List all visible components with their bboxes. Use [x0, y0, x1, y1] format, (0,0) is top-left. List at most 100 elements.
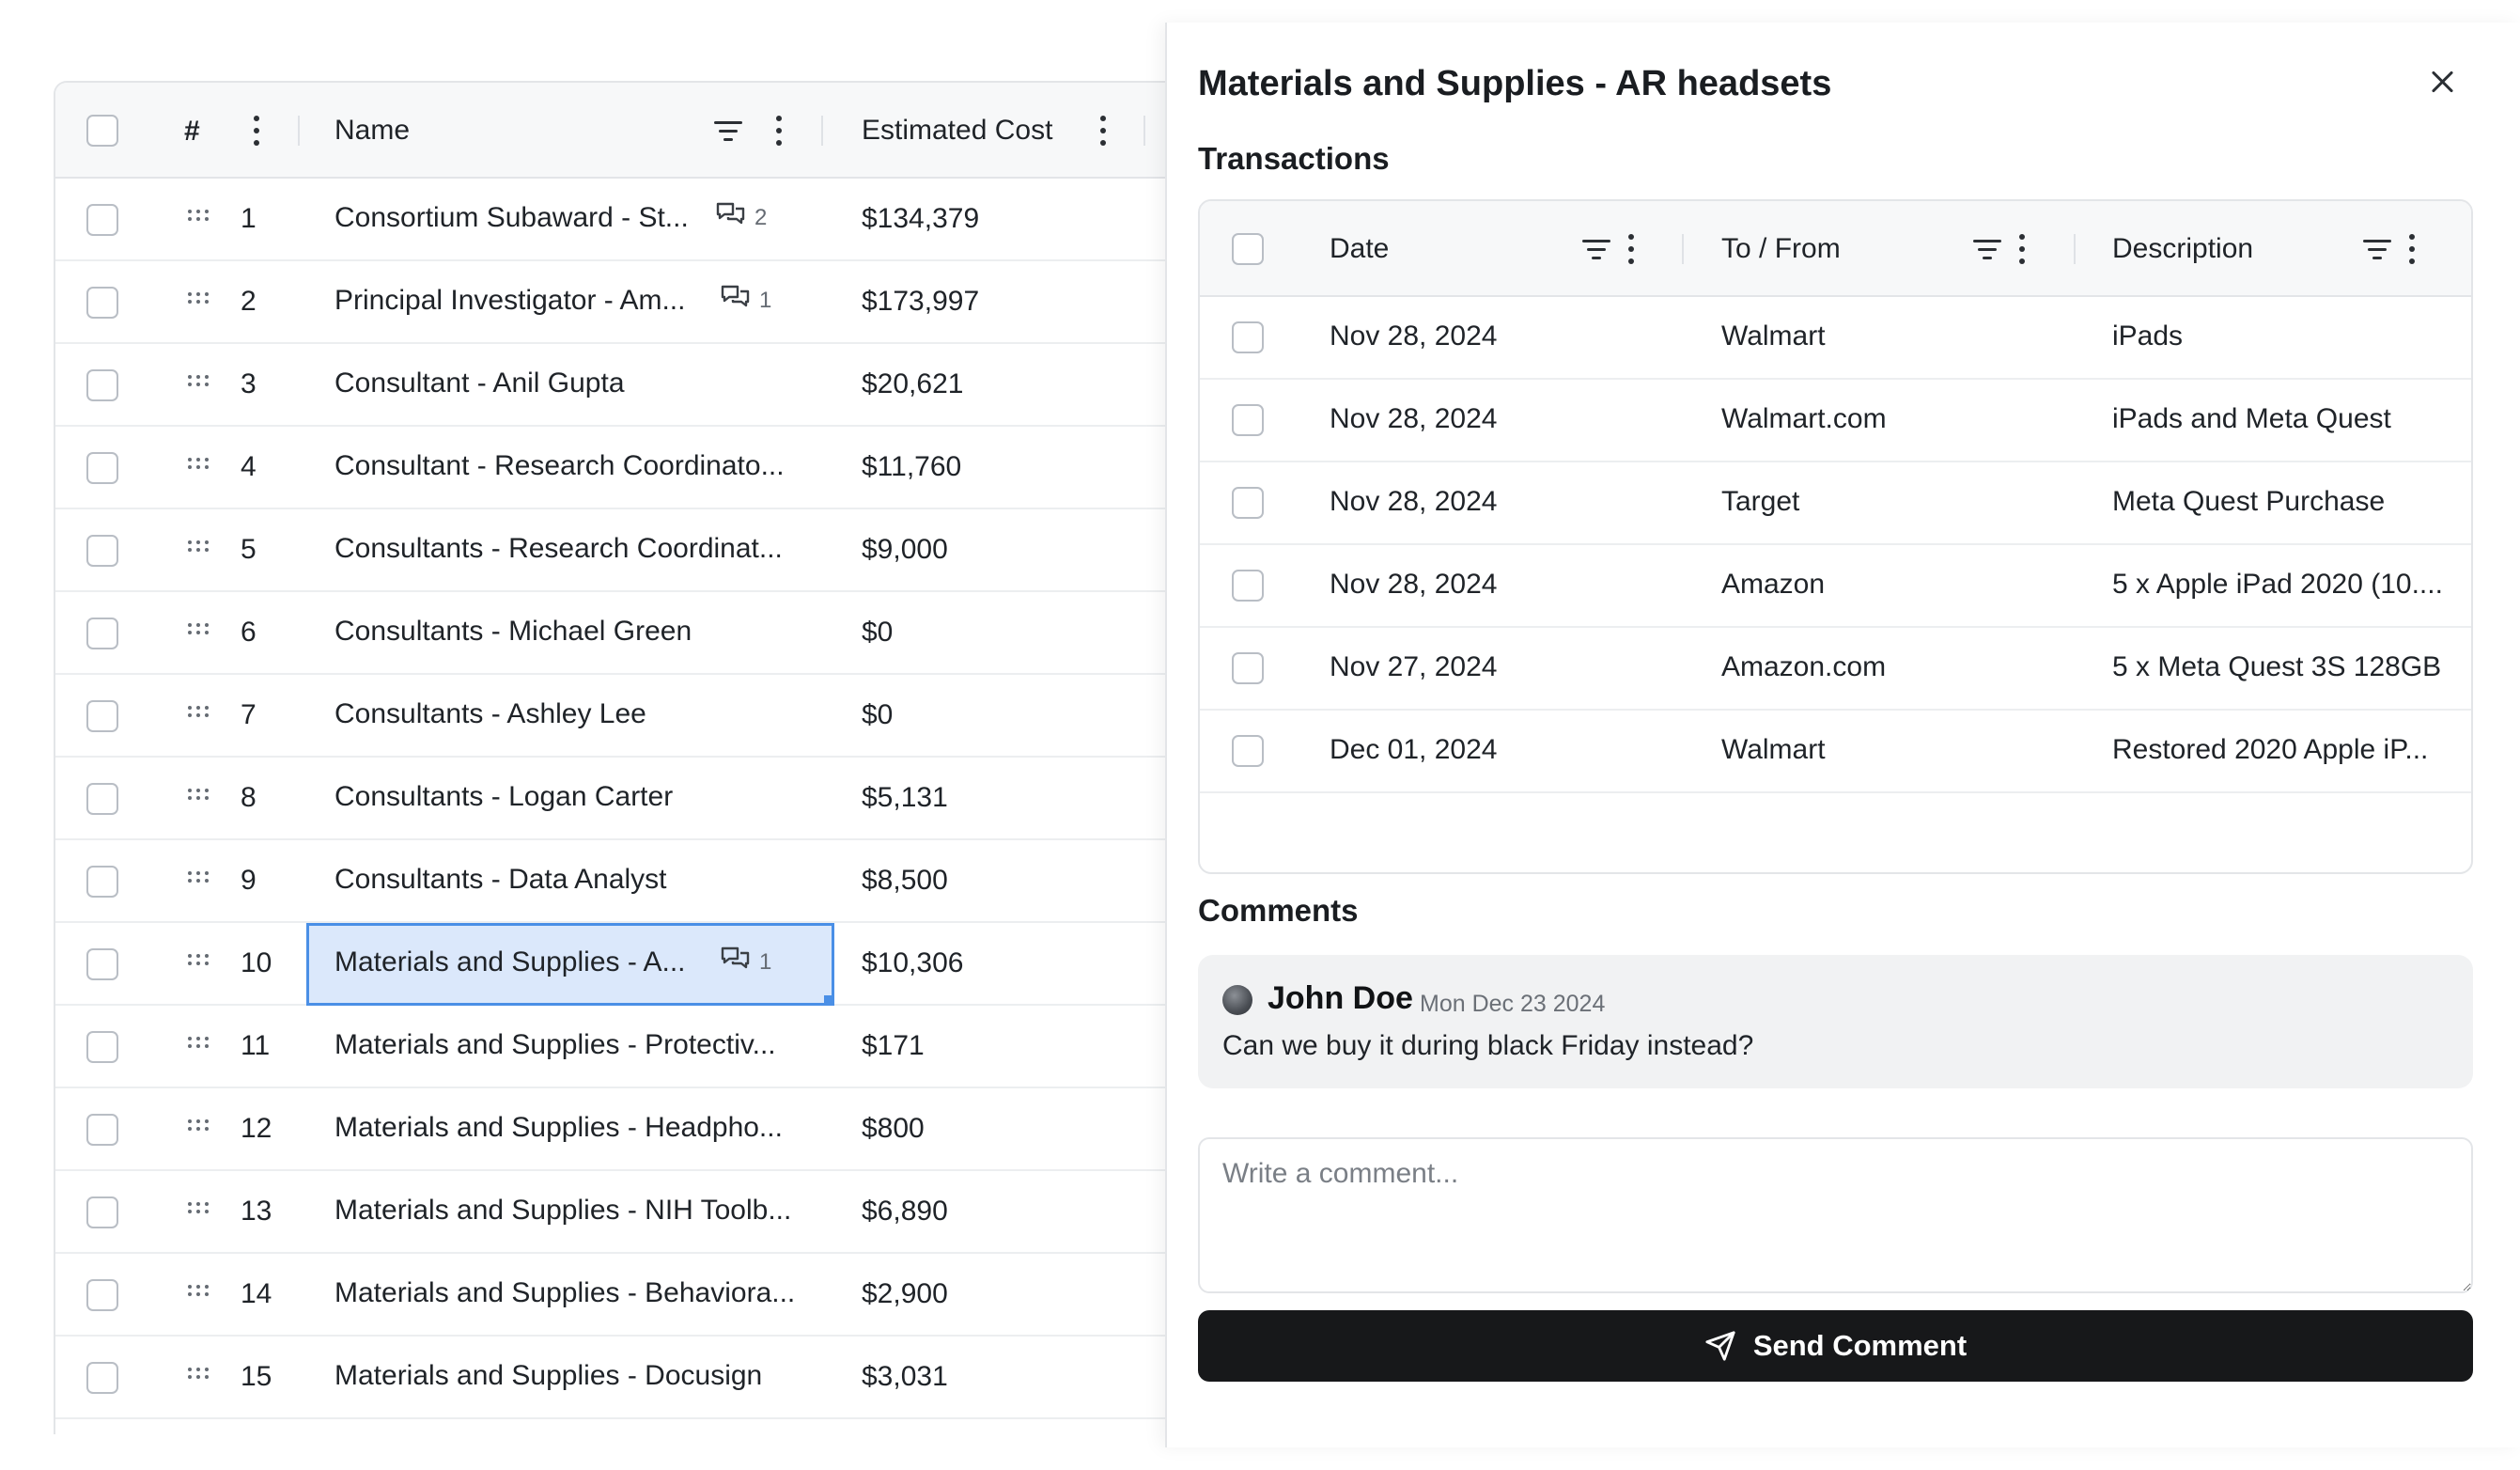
row-cost[interactable]: $173,997 — [862, 286, 979, 318]
table-row[interactable]: 1 Consortium Subaward - St... 2 $134,379 — [55, 179, 1165, 261]
row-name[interactable]: Consultants - Data Analyst — [334, 864, 667, 896]
column-resize-handle[interactable] — [298, 116, 300, 146]
transaction-row[interactable]: Nov 28, 2024 Walmart iPads — [1200, 297, 2471, 380]
row-checkbox[interactable] — [86, 700, 118, 732]
close-icon[interactable] — [2426, 66, 2458, 98]
row-checkbox[interactable] — [86, 1279, 118, 1311]
name-column-menu-icon[interactable] — [775, 116, 783, 146]
send-comment-button[interactable]: Send Comment — [1198, 1310, 2473, 1382]
row-name[interactable]: Principal Investigator - Am... — [334, 285, 685, 317]
drag-handle-icon[interactable] — [188, 623, 212, 642]
row-checkbox[interactable] — [86, 1196, 118, 1228]
table-row[interactable]: 2 Principal Investigator - Am... 1 $173,997 — [55, 261, 1165, 344]
row-checkbox[interactable] — [86, 948, 118, 980]
transaction-checkbox[interactable] — [1232, 321, 1264, 353]
table-row[interactable]: 4 Consultant - Research Coordinato... $11,… — [55, 427, 1165, 509]
table-row[interactable]: 10 Materials and Supplies - A... 1 $10,306 — [55, 923, 1165, 1006]
table-row[interactable]: 14 Materials and Supplies - Behaviora... $… — [55, 1254, 1165, 1337]
row-cost[interactable]: $5,131 — [862, 782, 948, 814]
row-name[interactable]: Materials and Supplies - Headpho... — [334, 1112, 783, 1144]
to-from-column-menu-icon[interactable] — [2018, 234, 2026, 264]
drag-handle-icon[interactable] — [188, 1037, 212, 1056]
row-cost[interactable]: $9,000 — [862, 534, 948, 566]
table-row[interactable]: 11 Materials and Supplies - Protectiv... $… — [55, 1006, 1165, 1088]
comment-count-badge[interactable]: 1 — [720, 946, 771, 979]
row-checkbox[interactable] — [86, 287, 118, 319]
transaction-checkbox[interactable] — [1232, 404, 1264, 436]
row-name[interactable]: Consultants - Michael Green — [334, 616, 692, 648]
comment-input[interactable] — [1198, 1137, 2473, 1293]
column-resize-handle[interactable] — [821, 116, 823, 146]
row-checkbox[interactable] — [86, 535, 118, 567]
transaction-checkbox[interactable] — [1232, 487, 1264, 519]
table-row[interactable]: 15 Materials and Supplies - Docusign $3,03… — [55, 1337, 1165, 1419]
to-from-filter-icon[interactable] — [1973, 238, 2001, 260]
comment-count-badge[interactable]: 1 — [720, 284, 771, 318]
table-row[interactable]: 13 Materials and Supplies - NIH Toolb... $… — [55, 1171, 1165, 1254]
row-cost[interactable]: $11,760 — [862, 451, 961, 483]
row-checkbox[interactable] — [86, 369, 118, 401]
date-filter-icon[interactable] — [1582, 238, 1610, 260]
row-checkbox[interactable] — [86, 452, 118, 484]
drag-handle-icon[interactable] — [188, 1202, 212, 1221]
drag-handle-icon[interactable] — [188, 1119, 212, 1138]
drag-handle-icon[interactable] — [188, 292, 212, 311]
table-row[interactable]: 8 Consultants - Logan Carter $5,131 — [55, 758, 1165, 840]
fill-handle[interactable] — [824, 995, 834, 1006]
row-checkbox[interactable] — [86, 783, 118, 815]
row-cost[interactable]: $8,500 — [862, 865, 948, 897]
row-name[interactable]: Consultants - Logan Carter — [334, 781, 673, 813]
transaction-checkbox[interactable] — [1232, 570, 1264, 602]
row-name[interactable]: Materials and Supplies - A... — [334, 946, 686, 978]
row-checkbox[interactable] — [86, 866, 118, 898]
row-name[interactable]: Materials and Supplies - Docusign — [334, 1360, 762, 1392]
transaction-row[interactable]: Nov 28, 2024 Amazon 5 x Apple iPad 2020 (1… — [1200, 545, 2471, 628]
table-row[interactable]: 5 Consultants - Research Coordinat... $9,0… — [55, 509, 1165, 592]
index-column-menu-icon[interactable] — [253, 116, 260, 146]
column-resize-handle[interactable] — [2074, 234, 2076, 264]
row-name[interactable]: Consultants - Research Coordinat... — [334, 533, 783, 565]
drag-handle-icon[interactable] — [188, 1285, 212, 1304]
transaction-row[interactable]: Nov 28, 2024 Target Meta Quest Purchase — [1200, 462, 2471, 545]
drag-handle-icon[interactable] — [188, 789, 212, 807]
drag-handle-icon[interactable] — [188, 458, 212, 477]
row-cost[interactable]: $3,031 — [862, 1361, 948, 1393]
description-filter-icon[interactable] — [2363, 238, 2391, 260]
transaction-checkbox[interactable] — [1232, 652, 1264, 684]
row-name[interactable]: Consortium Subaward - St... — [334, 202, 689, 234]
table-row[interactable]: 9 Consultants - Data Analyst $8,500 — [55, 840, 1165, 923]
row-cost[interactable]: $0 — [862, 617, 893, 649]
drag-handle-icon[interactable] — [188, 871, 212, 890]
description-column-menu-icon[interactable] — [2408, 234, 2416, 264]
table-row[interactable]: 7 Consultants - Ashley Lee $0 — [55, 675, 1165, 758]
row-name[interactable]: Consultant - Anil Gupta — [334, 368, 625, 399]
row-cost[interactable]: $171 — [862, 1030, 925, 1062]
table-row[interactable]: 6 Consultants - Michael Green $0 — [55, 592, 1165, 675]
drag-handle-icon[interactable] — [188, 954, 212, 973]
drag-handle-icon[interactable] — [188, 375, 212, 394]
row-cost[interactable]: $20,621 — [862, 368, 963, 400]
row-name[interactable]: Materials and Supplies - NIH Toolb... — [334, 1195, 791, 1227]
table-row[interactable]: 3 Consultant - Anil Gupta $20,621 — [55, 344, 1165, 427]
name-filter-icon[interactable] — [714, 119, 742, 142]
drag-handle-icon[interactable] — [188, 540, 212, 559]
transaction-checkbox[interactable] — [1232, 735, 1264, 767]
transaction-row[interactable]: Nov 28, 2024 Walmart.com iPads and Meta Qu… — [1200, 380, 2471, 462]
transaction-row[interactable]: Dec 01, 2024 Walmart Restored 2020 Apple i… — [1200, 711, 2471, 793]
row-name[interactable]: Consultants - Ashley Lee — [334, 698, 646, 730]
cost-column-menu-icon[interactable] — [1099, 116, 1107, 146]
row-checkbox[interactable] — [86, 1362, 118, 1394]
drag-handle-icon[interactable] — [188, 210, 212, 228]
column-resize-handle[interactable] — [1682, 234, 1684, 264]
row-cost[interactable]: $10,306 — [862, 947, 963, 979]
row-cost[interactable]: $2,900 — [862, 1278, 948, 1310]
select-all-transactions-checkbox[interactable] — [1232, 233, 1264, 265]
transaction-row[interactable]: Nov 27, 2024 Amazon.com 5 x Meta Quest 3S … — [1200, 628, 2471, 711]
row-checkbox[interactable] — [86, 1114, 118, 1146]
table-row[interactable]: 12 Materials and Supplies - Headpho... $80… — [55, 1088, 1165, 1171]
row-checkbox[interactable] — [86, 1031, 118, 1063]
row-name[interactable]: Consultant - Research Coordinato... — [334, 450, 785, 482]
row-name[interactable]: Materials and Supplies - Behaviora... — [334, 1277, 795, 1309]
row-cost[interactable]: $0 — [862, 699, 893, 731]
row-cost[interactable]: $800 — [862, 1113, 925, 1145]
